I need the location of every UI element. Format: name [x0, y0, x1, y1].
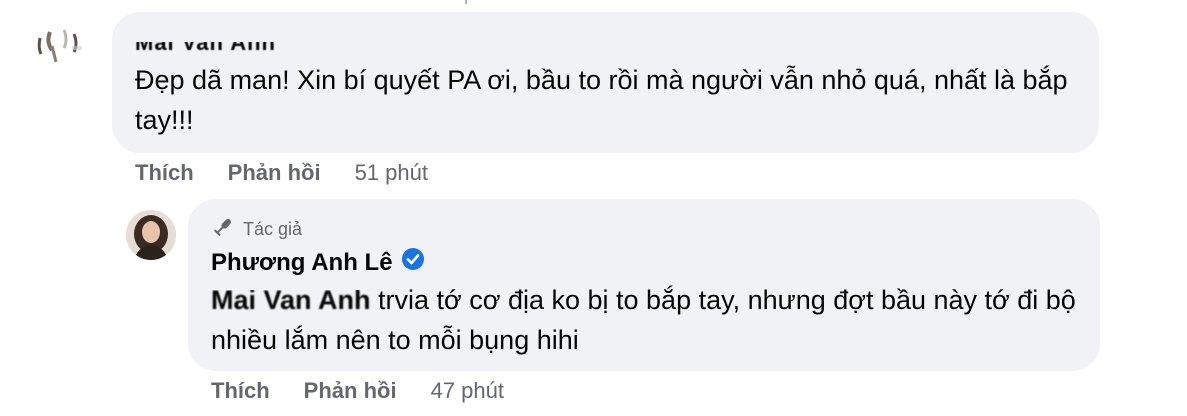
author-badge-label: Tác giả: [243, 219, 303, 239]
reply-actions: Thích Phản hồi 47 phút: [211, 378, 504, 404]
microphone-icon: [211, 215, 243, 244]
reply-author-name[interactable]: Phương Anh Lê: [211, 249, 393, 277]
reply-text: Mai Van Anh trvia tớ cơ địa ko bị to bắp…: [211, 280, 1081, 360]
reply-author-avatar[interactable]: [126, 210, 176, 260]
thread-connector-line: [465, 0, 467, 4]
verified-badge-icon: [393, 247, 425, 278]
comment-text: Đẹp dã man! Xin bí quyết PA ơi, bầu to r…: [135, 65, 1068, 135]
reply-button[interactable]: Phản hồi: [228, 160, 321, 186]
comment-timestamp[interactable]: 51 phút: [355, 160, 428, 186]
comment-actions: Thích Phản hồi 51 phút: [135, 160, 428, 186]
like-button[interactable]: Thích: [135, 160, 194, 186]
reply-mention[interactable]: Mai Van Anh: [211, 290, 371, 320]
reply-reply-button[interactable]: Phản hồi: [304, 378, 397, 404]
reply-author-name-row: Phương Anh Lê: [211, 247, 425, 278]
commenter-avatar[interactable]: [28, 18, 90, 80]
reply-timestamp[interactable]: 47 phút: [431, 378, 504, 404]
reply-like-button[interactable]: Thích: [211, 378, 270, 404]
author-badge: Tác giả: [211, 215, 302, 244]
